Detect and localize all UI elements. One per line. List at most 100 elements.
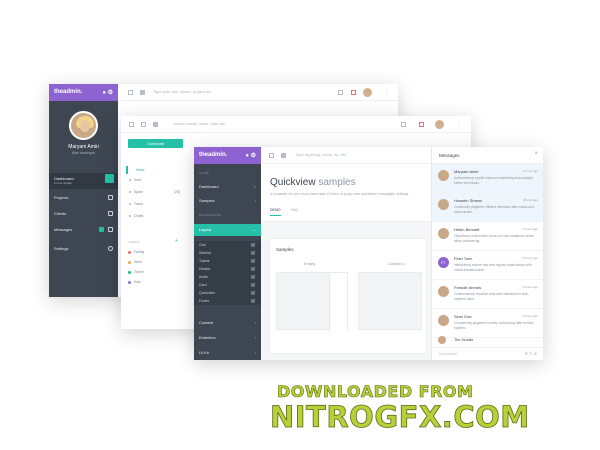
grid-icon[interactable] xyxy=(140,90,145,95)
menu-item-dashboard[interactable]: Dashboard 5 new update xyxy=(49,173,118,189)
language-icon[interactable] xyxy=(338,90,343,95)
message-item[interactable]: Hossein Shams 48 min ago Continually pla… xyxy=(432,193,543,222)
empty-preview[interactable] xyxy=(276,272,348,331)
menu-label: Clients xyxy=(54,211,67,216)
sidebar-sub-aside[interactable]: Aside xyxy=(194,273,261,281)
sidebar-item-dashboard[interactable]: Dashboard ⌂ xyxy=(194,181,261,193)
label-kids[interactable]: Kids xyxy=(128,280,141,284)
tab-demo[interactable]: DEMO xyxy=(270,208,281,216)
message-time: 23 min ago xyxy=(523,169,538,173)
sidebar-item-layout[interactable]: Layout ⌄ xyxy=(194,224,261,236)
notification-icon[interactable]: ● ⚙ xyxy=(245,152,256,159)
brand-bar: theadmin. ● ⚙ xyxy=(194,147,261,164)
card-icon xyxy=(251,283,255,287)
home-icon xyxy=(105,174,114,183)
label-text: Work xyxy=(134,260,143,264)
menu-item-messages[interactable]: Messages xyxy=(49,224,118,236)
expand-icon[interactable] xyxy=(141,122,146,127)
brand-logo[interactable]: theadmin. xyxy=(54,89,82,96)
compose-button[interactable]: Compose xyxy=(128,139,183,148)
message-item[interactable]: FT Fidel Tonn 3 hours ago Interactively … xyxy=(432,251,543,280)
add-label-icon[interactable]: + xyxy=(175,238,178,244)
folder-trash[interactable]: Trash xyxy=(126,200,181,208)
more-icon[interactable]: ⋮ xyxy=(457,120,462,126)
sub-label: Quickview xyxy=(199,291,215,295)
folder-inbox[interactable]: Inbox xyxy=(126,166,181,174)
chevron-right-icon: › xyxy=(254,335,256,340)
sub-label: Grid xyxy=(199,243,206,247)
message-text: Competently plagiarize turnkey outsourci… xyxy=(454,321,534,330)
message-item[interactable]: Helen Bennett 2 hours ago Objectively un… xyxy=(432,222,543,251)
contact-preview[interactable] xyxy=(358,272,422,330)
menu-label: Messages xyxy=(54,227,73,232)
sidebar-item-samples[interactable]: Samples › xyxy=(194,195,261,207)
sidebar-sub-card[interactable]: Card xyxy=(194,281,261,289)
stage: theadmin. ● ⚙ Maryam Amiri Web developer… xyxy=(0,0,600,450)
topbar: Type your site, space, project etc ⋮ xyxy=(118,84,398,101)
label-dot-icon xyxy=(128,271,131,274)
folder-drafts[interactable]: Drafts xyxy=(126,212,181,220)
avatar xyxy=(438,228,449,239)
label-work[interactable]: Work xyxy=(128,260,142,264)
bell-icon[interactable] xyxy=(351,90,356,95)
sub-label: Footer xyxy=(199,299,210,303)
menu-label: Projects xyxy=(54,195,69,200)
sidebar-item-content[interactable]: Content › xyxy=(194,317,261,329)
sidebar-sub-quickview[interactable]: Quickview xyxy=(194,289,261,297)
more-icon[interactable]: ⋮ xyxy=(384,88,389,94)
sidebar-sub-sidebar[interactable]: Sidebar xyxy=(194,249,261,257)
sidebar-sub-footer[interactable]: Footer xyxy=(194,297,261,305)
gear-icon xyxy=(108,246,113,251)
close-icon[interactable]: × xyxy=(534,151,538,157)
labels-heading: LABELS xyxy=(128,240,140,244)
grid-icon xyxy=(251,243,255,247)
message-item[interactable]: Freddie Arends 4 hours ago Collaborative… xyxy=(432,280,543,309)
user-avatar[interactable] xyxy=(69,111,98,140)
grid-icon[interactable] xyxy=(281,153,286,158)
menu-item-settings[interactable]: Settings xyxy=(49,243,118,255)
samples-card: Samples Empty Contact 1 xyxy=(269,238,427,354)
page-title: Quickview samples xyxy=(270,177,356,188)
section-heading: HOME xyxy=(199,171,210,175)
menu-icon[interactable] xyxy=(129,122,134,127)
language-icon[interactable] xyxy=(401,122,406,127)
message-text: Objectively underwhelm cross-unit web-re… xyxy=(454,234,535,243)
expand-icon[interactable] xyxy=(269,153,274,158)
sidebar-sub-header[interactable]: Header xyxy=(194,265,261,273)
sidebar-item-uikit[interactable]: UI Kit › xyxy=(194,347,261,359)
bell-icon[interactable] xyxy=(419,122,424,127)
menu-item-clients[interactable]: Clients xyxy=(49,208,118,220)
inbox-link[interactable]: Go to inbox xyxy=(439,352,457,356)
sidebar-sub-grid[interactable]: Grid xyxy=(194,241,261,249)
folder-spam[interactable]: Spam (20) xyxy=(126,188,181,196)
folder-sent[interactable]: Sent xyxy=(126,176,181,184)
message-item[interactable]: Tim Hurdle xyxy=(432,333,543,347)
folder-label: Spam xyxy=(134,190,144,194)
aside-icon xyxy=(251,275,255,279)
search-input[interactable]: Type anything, menu, tip, etc xyxy=(295,152,346,157)
grid-icon[interactable] xyxy=(153,122,158,127)
message-item[interactable]: Maryam Amiri 23 min ago Authoritatively … xyxy=(432,164,543,193)
sidebar-sub-topbar[interactable]: Topbar xyxy=(194,257,261,265)
expand-icon[interactable] xyxy=(128,90,133,95)
topbar-avatar[interactable] xyxy=(434,119,445,130)
tab-faq[interactable]: FAQ xyxy=(291,208,298,215)
label-travel[interactable]: Travel xyxy=(128,270,144,274)
sidebar-item-extention[interactable]: Extention › xyxy=(194,332,261,344)
sub-label: Topbar xyxy=(199,259,210,263)
search-input[interactable]: Type your site, space, project etc xyxy=(153,89,211,94)
home-icon: ⌂ xyxy=(253,184,256,189)
brand-logo[interactable]: theadmin. xyxy=(199,152,227,159)
label-family[interactable]: Family xyxy=(128,250,144,254)
notification-icon[interactable]: ● ⚙ xyxy=(102,89,113,96)
watermark-line-1: DOWNLOADED FROM xyxy=(277,382,474,402)
sub-label: Header xyxy=(199,267,211,271)
users-icon xyxy=(108,211,113,216)
search-input[interactable]: Search email, name, date etc xyxy=(173,121,225,126)
avatar: FT xyxy=(438,257,449,268)
footer-actions-icon[interactable]: ⚙ ↻ ⊕ xyxy=(524,351,537,356)
menu-item-projects[interactable]: Projects xyxy=(49,192,118,204)
message-text: Continually plagiarize efficient interfa… xyxy=(454,205,535,214)
quickview-icon xyxy=(251,291,255,295)
topbar-avatar[interactable] xyxy=(362,87,373,98)
